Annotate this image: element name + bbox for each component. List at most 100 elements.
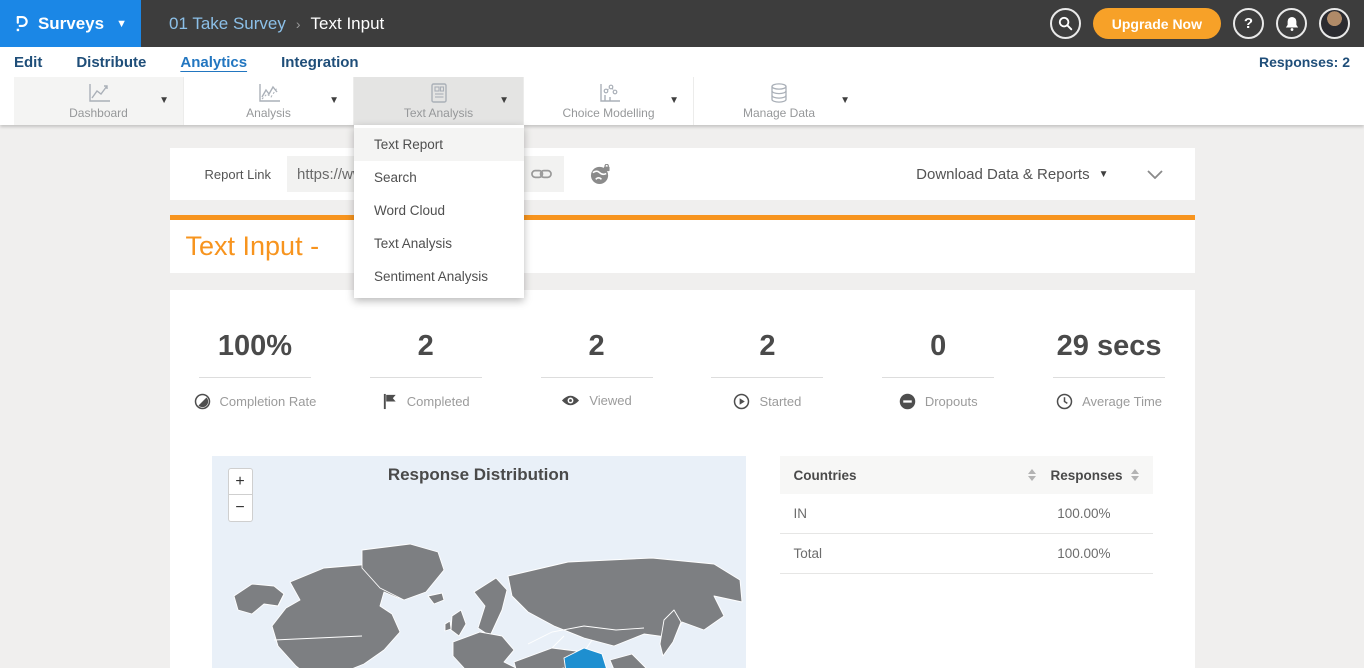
stat-value: 100%	[170, 330, 341, 363]
responses-cell: 100.00%	[1057, 546, 1138, 561]
stat-completion-rate: 100% Completion Rate	[170, 330, 341, 410]
play-icon	[733, 393, 750, 410]
link-icon	[531, 167, 552, 181]
database-icon	[767, 82, 791, 104]
content-area: Report Link Download Data & Reports ▼	[170, 148, 1195, 668]
tab-text-analysis[interactable]: ▼ Text Analysis	[354, 77, 524, 125]
stat-label: Completed	[407, 394, 470, 409]
notifications-button[interactable]	[1276, 8, 1307, 39]
sort-countries-control[interactable]	[1028, 469, 1036, 481]
analytics-toolbar: ▼ Dashboard ▼ Analysis ▼ Text Analysis	[0, 77, 1364, 125]
tab-label: Choice Modelling	[524, 106, 693, 120]
download-label: Download Data & Reports	[916, 166, 1089, 183]
stat-label: Viewed	[589, 393, 631, 408]
tab-label: Text Analysis	[354, 106, 523, 120]
column-header-countries[interactable]: Countries	[794, 468, 857, 483]
dashboard-chart-icon	[86, 82, 112, 104]
tab-choice-modelling[interactable]: ▼ Choice Modelling	[524, 77, 694, 125]
country-cell: Total	[794, 546, 823, 561]
stat-label: Average Time	[1082, 394, 1162, 409]
header-actions: Upgrade Now ?	[1050, 0, 1364, 47]
stat-label: Dropouts	[925, 394, 978, 409]
upgrade-now-button[interactable]: Upgrade Now	[1093, 8, 1221, 39]
stat-viewed: 2 Viewed	[511, 330, 682, 410]
countries-table-header: Countries Responses	[780, 456, 1153, 494]
report-link-label: Report Link	[205, 167, 271, 182]
menu-item-text-analysis[interactable]: Text Analysis	[354, 227, 524, 260]
stat-value: 29 secs	[1024, 330, 1195, 363]
country-cell: IN	[794, 506, 808, 521]
table-row-total: Total 100.00%	[780, 534, 1153, 574]
minus-circle-icon	[899, 393, 916, 410]
chevron-down-icon: ▼	[329, 95, 339, 106]
nav-item-distribute[interactable]: Distribute	[76, 54, 146, 71]
product-name: Surveys	[38, 14, 104, 34]
question-title: Text Input -	[186, 231, 320, 262]
clock-icon	[1056, 393, 1073, 410]
map-zoom-control: + −	[228, 468, 253, 522]
menu-item-text-report[interactable]: Text Report	[354, 128, 524, 161]
breadcrumb-current-page: Text Input	[311, 14, 385, 34]
response-distribution-row: Response Distribution + −	[170, 456, 1195, 668]
survey-nav: Edit Distribute Analytics Integration Re…	[0, 47, 1364, 77]
tab-dashboard[interactable]: ▼ Dashboard	[14, 77, 184, 125]
stat-value: 2	[682, 330, 853, 363]
analysis-chart-icon	[256, 82, 282, 104]
eye-icon	[561, 394, 580, 407]
table-row: IN 100.00%	[780, 494, 1153, 534]
report-link-bar: Report Link Download Data & Reports ▼	[170, 148, 1195, 200]
sort-responses-control[interactable]	[1131, 469, 1139, 481]
nav-item-analytics[interactable]: Analytics	[180, 54, 247, 71]
breadcrumb-separator: ›	[296, 16, 301, 32]
top-header: Surveys ▼ 01 Take Survey › Text Input Up…	[0, 0, 1364, 47]
nav-item-edit[interactable]: Edit	[14, 54, 42, 71]
responses-count: Responses: 2	[1259, 54, 1350, 70]
collapse-section-button[interactable]	[1147, 170, 1163, 179]
help-button[interactable]: ?	[1233, 8, 1264, 39]
breadcrumb: 01 Take Survey › Text Input	[141, 0, 384, 47]
stat-label: Completion Rate	[220, 394, 317, 409]
public-report-button[interactable]	[590, 164, 611, 185]
stat-value: 0	[853, 330, 1024, 363]
tab-analysis[interactable]: ▼ Analysis	[184, 77, 354, 125]
copy-link-button[interactable]	[529, 167, 554, 181]
bell-icon	[1285, 16, 1299, 31]
download-data-reports-dropdown[interactable]: Download Data & Reports ▼	[916, 166, 1108, 183]
stat-average-time: 29 secs Average Time	[1024, 330, 1195, 410]
stat-value: 2	[511, 330, 682, 363]
chevron-down-icon: ▼	[840, 95, 850, 106]
question-title-bar: Text Input -	[170, 220, 1195, 273]
chevron-down-icon	[1147, 170, 1163, 179]
map-zoom-out-button[interactable]: −	[228, 495, 253, 522]
tab-label: Analysis	[184, 106, 353, 120]
chevron-down-icon: ▼	[499, 95, 509, 106]
user-avatar[interactable]	[1319, 8, 1350, 39]
map-zoom-in-button[interactable]: +	[228, 468, 253, 495]
nav-item-integration[interactable]: Integration	[281, 54, 359, 71]
response-distribution-map[interactable]: Response Distribution + −	[212, 456, 746, 668]
tab-label: Manage Data	[694, 106, 864, 120]
chevron-down-icon: ▼	[1099, 169, 1109, 180]
text-analysis-icon	[427, 82, 451, 104]
breadcrumb-survey-link[interactable]: 01 Take Survey	[169, 14, 286, 34]
map-title: Response Distribution	[212, 456, 746, 485]
search-button[interactable]	[1050, 8, 1081, 39]
stat-started: 2 Started	[682, 330, 853, 410]
menu-item-search[interactable]: Search	[354, 161, 524, 194]
column-header-responses[interactable]: Responses	[1050, 468, 1122, 483]
choice-modelling-icon	[596, 82, 622, 104]
stats-row: 100% Completion Rate 2	[170, 330, 1195, 410]
flag-icon	[382, 393, 398, 410]
countries-table: Countries Responses IN 100.00% Total 100…	[780, 456, 1153, 668]
menu-item-word-cloud[interactable]: Word Cloud	[354, 194, 524, 227]
stat-dropouts: 0 Dropouts	[853, 330, 1024, 410]
chevron-down-icon: ▼	[669, 95, 679, 106]
world-map[interactable]	[212, 540, 746, 668]
product-switcher[interactable]: Surveys ▼	[0, 0, 141, 47]
menu-item-sentiment-analysis[interactable]: Sentiment Analysis	[354, 260, 524, 293]
responses-cell: 100.00%	[1057, 506, 1138, 521]
chevron-down-icon: ▼	[116, 18, 127, 30]
chevron-down-icon: ▼	[159, 95, 169, 106]
tab-manage-data[interactable]: ▼ Manage Data	[694, 77, 864, 125]
stat-value: 2	[340, 330, 511, 363]
